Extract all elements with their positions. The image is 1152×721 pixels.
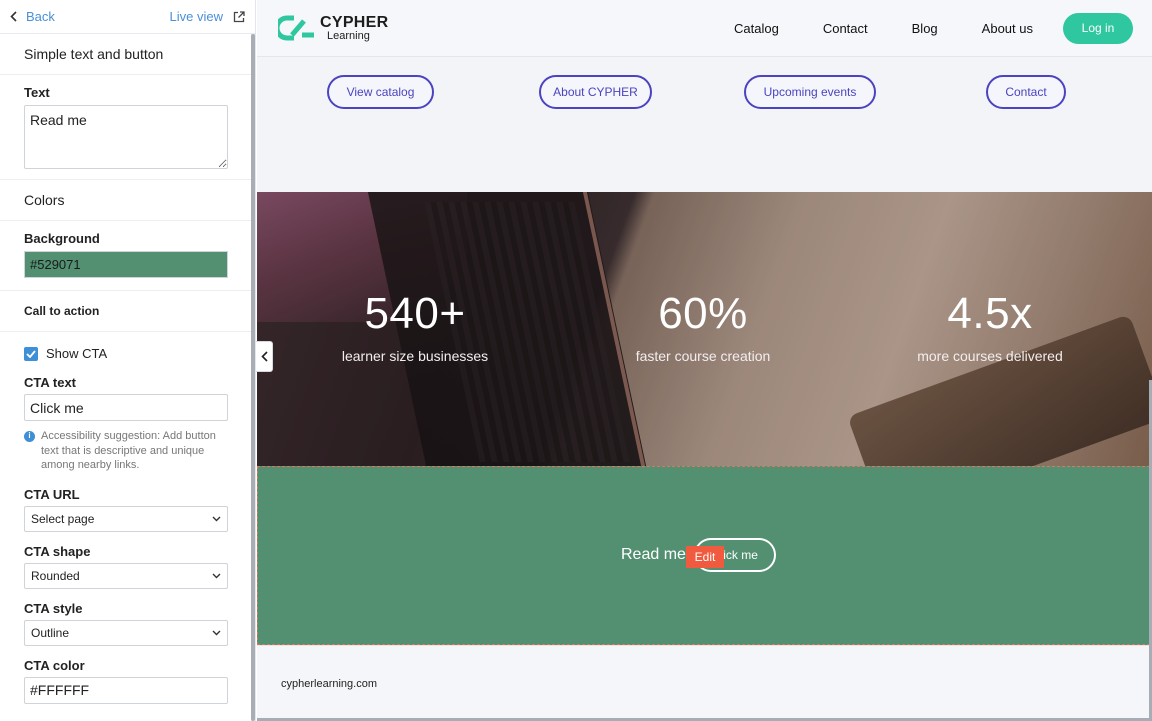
cta-color-field-group: CTA color #FFFFFF [24,658,231,704]
cta-shape-label: CTA shape [24,543,91,559]
editor-scrollbar-thumb[interactable] [251,34,255,721]
back-button[interactable]: Back [10,9,55,24]
cta-text-input[interactable]: Click me [24,394,228,421]
section-title: Simple text and button [24,46,164,62]
login-button[interactable]: Log in [1063,12,1133,44]
chevron-down-icon [212,573,221,578]
cta-url-value: Select page [31,511,95,526]
accessibility-hint: i Accessibility suggestion: Add button t… [24,429,231,473]
background-section: Background #529071 [0,221,255,291]
chevron-down-icon [212,630,221,635]
chevron-left-icon [10,11,17,22]
cta-style-value: Outline [31,625,70,640]
stat-caption: more courses delivered [917,348,1063,364]
cta-color-input[interactable]: #FFFFFF [24,676,228,704]
cta-style-select[interactable]: Outline [24,619,228,646]
stat-caption: learner size businesses [341,348,489,364]
background-label: Background [24,231,100,246]
text-label: Text [24,85,50,100]
accessibility-hint-text: Accessibility suggestion: Add button tex… [41,430,216,471]
edit-block-button[interactable]: Edit [686,546,724,568]
stat-item: 4.5x more courses delivered [880,289,1100,365]
cta-block[interactable]: Read me Click me Edit [257,466,1150,645]
text-section: Text [0,75,255,180]
text-field[interactable] [24,105,228,169]
cta-section-header: Call to action [0,291,255,332]
show-cta-checkbox[interactable] [24,346,38,361]
editor-topbar: Back Live view [0,0,255,34]
stat-item: 540+ learner size businesses [305,289,525,365]
chevron-left-icon [260,351,268,362]
nav-contact[interactable]: Contact [823,21,868,36]
cypher-logo[interactable]: CYPHER Learning [278,13,389,42]
stat-value: 4.5x [947,289,1033,338]
info-icon: i [24,431,35,442]
logo-line2: Learning [327,29,370,42]
site-footer: cypherlearning.com [257,645,1150,718]
collapse-panel-button[interactable] [256,341,273,372]
nav-blog[interactable]: Blog [912,21,938,36]
stat-caption: faster course creation [635,348,771,364]
quick-links: View catalog About CYPHER Upcoming event… [257,75,1152,109]
checkmark-icon [26,349,36,358]
nav-catalog[interactable]: Catalog [734,21,779,36]
stat-item: 60% faster course creation [593,289,813,365]
stat-value: 540+ [364,289,466,338]
back-label: Back [26,9,55,24]
colors-title: Colors [24,192,65,208]
cta-text-label: CTA text [24,375,76,390]
cta-color-label: CTA color [24,657,85,673]
cta-shape-value: Rounded [31,568,80,583]
cta-text-field-group: CTA text Click me [24,375,231,421]
cta-section: Show CTA CTA text Click me i Accessibili… [0,332,255,704]
stats-banner: 540+ learner size businesses 60% faster … [257,192,1152,466]
site-preview: CYPHER Learning Catalog Contact Blog Abo… [257,0,1152,721]
editor-scrollbar[interactable] [251,34,255,721]
nav-about-us[interactable]: About us [982,21,1033,36]
cta-section-title: Call to action [24,304,100,318]
colors-section: Colors [0,180,255,221]
editor-panel: Back Live view Simple text and button Te… [0,0,256,721]
show-cta-row[interactable]: Show CTA [24,346,231,361]
show-cta-label: Show CTA [46,346,108,361]
live-view-link[interactable]: Live view [170,9,223,24]
chevron-down-icon [212,516,221,521]
about-cypher-button[interactable]: About CYPHER [539,75,652,109]
contact-button[interactable]: Contact [986,75,1066,109]
cta-url-select[interactable]: Select page [24,505,228,532]
cta-style-field-group: CTA style Outline [24,601,231,646]
cta-shape-select[interactable]: Rounded [24,562,228,589]
cta-shape-field-group: CTA shape Rounded [24,544,231,589]
cta-block-text: Read me [621,546,686,563]
site-header: CYPHER Learning Catalog Contact Blog Abo… [257,0,1152,57]
section-heading: Simple text and button [0,34,255,75]
external-link-icon[interactable] [233,10,245,23]
upcoming-events-button[interactable]: Upcoming events [744,75,876,109]
cta-url-field-group: CTA URL Select page [24,487,231,532]
cypher-logo-icon [278,15,314,41]
footer-domain: cypherlearning.com [281,678,377,690]
logo-line1: CYPHER [320,13,389,31]
cta-url-label: CTA URL [24,486,80,502]
background-color-input[interactable]: #529071 [24,251,228,278]
cta-style-label: CTA style [24,600,83,616]
stat-value: 60% [658,289,748,338]
view-catalog-button[interactable]: View catalog [327,75,434,109]
